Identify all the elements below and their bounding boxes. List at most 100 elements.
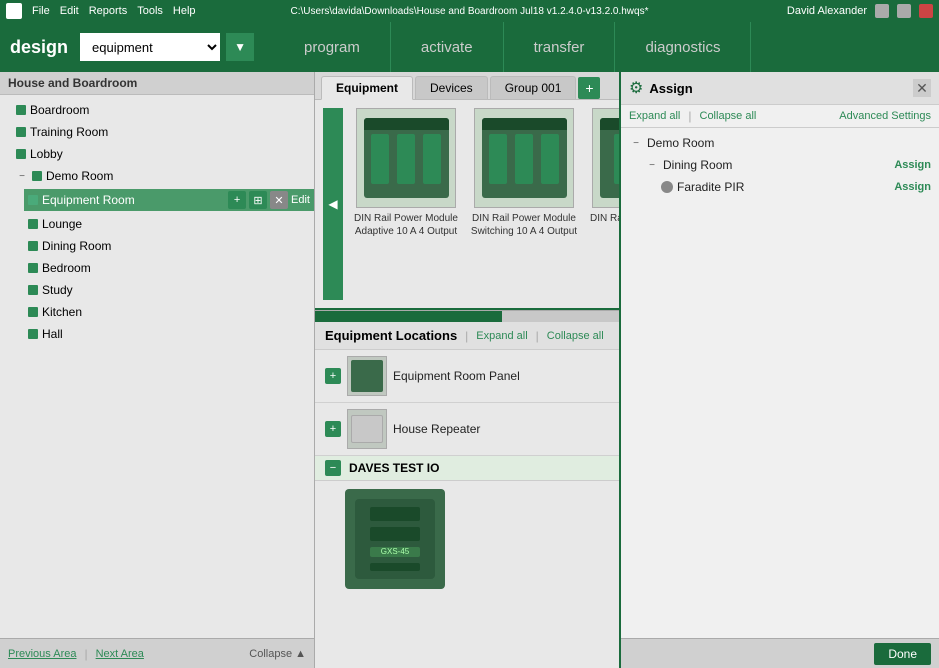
equipment-label-1: DIN Rail Power Module Switching 10 A 4 O… [469, 212, 579, 238]
assign-row-faradite-pir: Faradite PIR Assign [621, 176, 939, 198]
next-area-link[interactable]: Next Area [96, 648, 144, 660]
assign-expand-all[interactable]: Expand all [629, 110, 680, 122]
equipment-card-1[interactable]: DIN Rail Power Module Switching 10 A 4 O… [469, 108, 579, 300]
thumbnail-scrollbar-thumb[interactable] [315, 311, 502, 322]
done-button[interactable]: Done [874, 643, 931, 665]
menu-reports[interactable]: Reports [89, 5, 128, 17]
tree-item-training-room[interactable]: Training Room [12, 121, 314, 143]
assign-btn-dining-room[interactable]: Assign [894, 159, 931, 171]
assign-header: ⚙ Assign ✕ [621, 72, 939, 105]
assign-row-demo-room: − Demo Room [621, 132, 939, 154]
design-dropdown-arrow[interactable]: ▼ [226, 33, 254, 61]
top-nav: design equipment lighting audio ▼ progra… [0, 22, 939, 72]
tree-item-study[interactable]: Study [24, 279, 314, 301]
assign-label-dining-room: Dining Room [663, 158, 890, 172]
tab-equipment[interactable]: Equipment [321, 76, 413, 100]
daves-toggle[interactable]: − [325, 460, 341, 476]
assign-close-btn[interactable]: ✕ [913, 79, 931, 97]
tree-icon-equipment-room [28, 195, 38, 205]
tree-container: Boardroom Training Room Lobby − [0, 95, 314, 638]
advanced-settings-link[interactable]: Advanced Settings [839, 110, 931, 122]
tree-item-lounge[interactable]: Lounge [24, 213, 314, 235]
equipment-img-0 [356, 108, 456, 208]
delete-btn-equipment-room[interactable]: ✕ [270, 191, 288, 209]
tree-icon-bedroom [28, 263, 38, 273]
locations-title: Equipment Locations [325, 328, 457, 343]
tab-transfer[interactable]: transfer [504, 22, 616, 72]
design-dropdown[interactable]: equipment lighting audio [80, 33, 220, 61]
maximize-btn[interactable] [897, 4, 911, 18]
demo-room-tree-expand[interactable]: − [629, 136, 643, 150]
tab-diagnostics[interactable]: diagnostics [615, 22, 751, 72]
demo-room-expand[interactable]: − [16, 170, 28, 182]
right-panel: Equipment Devices Group 001 + ◀ [315, 72, 939, 668]
tree-icon-hall [28, 329, 38, 339]
assign-row-dining-room: − Dining Room Assign [621, 154, 939, 176]
tree-item-dining-room[interactable]: Dining Room [24, 235, 314, 257]
tree-label-training-room: Training Room [30, 125, 108, 139]
dining-room-tree-expand[interactable]: − [645, 158, 659, 172]
tree-icon-lounge [28, 219, 38, 229]
menubar-left: File Edit Reports Tools Help [6, 3, 196, 19]
design-label: design [10, 37, 68, 58]
tree-item-bedroom[interactable]: Bedroom [24, 257, 314, 279]
close-btn[interactable] [919, 4, 933, 18]
tree-icon-dining-room [28, 241, 38, 251]
app-logo [6, 3, 22, 19]
tree-label-study: Study [42, 283, 73, 297]
left-bottom-bar: Previous Area | Next Area Collapse ▲ [0, 638, 314, 668]
assign-label-faradite-pir: Faradite PIR [677, 180, 890, 194]
assign-panel: ⚙ Assign ✕ Expand all | Collapse all Adv… [619, 72, 939, 668]
menu-file[interactable]: File [32, 5, 50, 17]
expand-all-link[interactable]: Expand all [476, 330, 527, 342]
assign-gear-icon: ⚙ [629, 78, 643, 98]
menu-help[interactable]: Help [173, 5, 196, 17]
tab-activate[interactable]: activate [391, 22, 504, 72]
tree-item-kitchen[interactable]: Kitchen [24, 301, 314, 323]
loc-toggle-1[interactable]: + [325, 421, 341, 437]
main-layout: House and Boardroom Boardroom Training R… [0, 72, 939, 668]
loc-item-img-1 [347, 409, 387, 449]
add-btn-equipment-room[interactable]: + [228, 191, 246, 209]
assign-title: Assign [649, 81, 907, 96]
assign-tree: − Demo Room − Dining Room Assign Faradit… [621, 128, 939, 638]
tree-item-hall[interactable]: Hall [24, 323, 314, 345]
copy-btn-equipment-room[interactable]: ⊞ [249, 191, 267, 209]
tab-devices[interactable]: Devices [415, 76, 488, 99]
menu-edit[interactable]: Edit [60, 5, 79, 17]
loc-toggle-0[interactable]: + [325, 368, 341, 384]
tree-item-demo-room[interactable]: − Demo Room [12, 165, 314, 187]
tree-label-lobby: Lobby [30, 147, 63, 161]
edit-link-equipment-room[interactable]: Edit [291, 194, 310, 206]
area-title: House and Boardroom [0, 72, 314, 95]
equipment-card-0[interactable]: DIN Rail Power Module Adaptive 10 A 4 Ou… [351, 108, 461, 300]
prev-area-link[interactable]: Previous Area [8, 648, 76, 660]
faradite-pir-icon [661, 181, 673, 193]
tab-program[interactable]: program [274, 22, 391, 72]
tree-icon-kitchen [28, 307, 38, 317]
tree-icon-study [28, 285, 38, 295]
collapse-all-link[interactable]: Collapse all [547, 330, 604, 342]
tree-label-lounge: Lounge [42, 217, 82, 231]
menu-tools[interactable]: Tools [137, 5, 163, 17]
app-title: C:\Users\davida\Downloads\House and Boar… [291, 6, 649, 17]
tree-icon-boardroom [16, 105, 26, 115]
tree-label-equipment-room: Equipment Room [42, 193, 135, 207]
collapse-label: Collapse [249, 648, 292, 660]
tree-item-boardroom[interactable]: Boardroom [12, 99, 314, 121]
minimize-btn[interactable] [875, 4, 889, 18]
menubar: File Edit Reports Tools Help C:\Users\da… [0, 0, 939, 22]
scroll-left-arrow[interactable]: ◀ [323, 108, 343, 300]
assign-btn-faradite-pir[interactable]: Assign [894, 181, 931, 193]
tab-group001[interactable]: Group 001 [490, 76, 577, 99]
tree-label-dining-room: Dining Room [42, 239, 111, 253]
tree-item-lobby[interactable]: Lobby [12, 143, 314, 165]
tab-add-btn[interactable]: + [578, 77, 600, 99]
loc-item-img-0 [347, 356, 387, 396]
device-card[interactable]: GXS-45 [345, 489, 445, 589]
collapse-btn[interactable]: Collapse ▲ [249, 648, 306, 660]
menubar-right: David Alexander [787, 4, 933, 18]
tree-label-kitchen: Kitchen [42, 305, 82, 319]
assign-collapse-all[interactable]: Collapse all [700, 110, 757, 122]
tree-item-equipment-room[interactable]: Equipment Room + ⊞ ✕ Edit [24, 187, 314, 213]
